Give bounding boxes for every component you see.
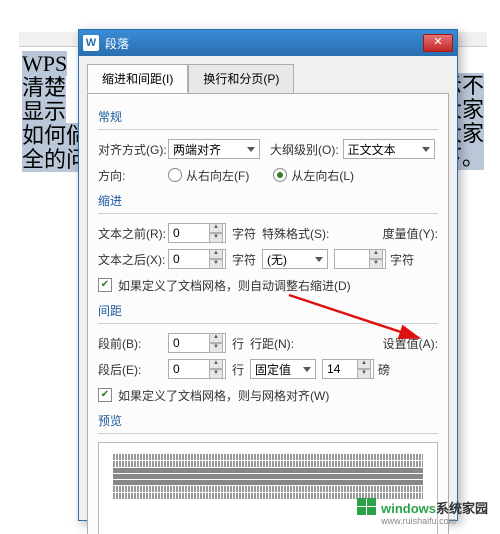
direction-label: 方向: <box>98 167 168 184</box>
divider <box>98 213 438 214</box>
indent-after-spinner[interactable]: 0▲▼ <box>168 249 226 269</box>
titlebar[interactable]: W 段落 ✕ <box>79 30 457 56</box>
auto-adjust-checkbox[interactable] <box>98 278 112 292</box>
linespace-select[interactable]: 固定值 <box>250 359 316 379</box>
tab-indent-spacing[interactable]: 缩进和间距(I) <box>87 64 188 93</box>
char-unit: 字符 <box>232 251 256 268</box>
close-button[interactable]: ✕ <box>423 34 453 52</box>
space-before-spinner[interactable]: 0▲▼ <box>168 333 226 353</box>
snap-grid-label: 如果定义了文档网格，则与网格对齐(W) <box>118 387 329 404</box>
section-spacing: 间距 <box>98 302 438 319</box>
divider <box>98 433 438 434</box>
chevron-down-icon <box>422 147 430 152</box>
rtl-radio[interactable] <box>168 168 182 182</box>
divider <box>98 323 438 324</box>
tab-bar: 缩进和间距(I) 换行和分页(P) <box>87 64 449 93</box>
section-general: 常规 <box>98 108 438 125</box>
paragraph-dialog: W 段落 ✕ 缩进和间距(I) 换行和分页(P) 常规 对齐方式(G): 两端对… <box>78 29 458 521</box>
section-indent: 缩进 <box>98 192 438 209</box>
row-unit: 行 <box>232 361 244 378</box>
special-label: 特殊格式(S): <box>262 225 329 242</box>
metric-label: 度量值(Y): <box>383 225 438 242</box>
rtl-label: 从右向左(F) <box>186 167 249 184</box>
linespace-label: 行距(N): <box>250 335 294 352</box>
outline-level-select[interactable]: 正文文本 <box>343 139 435 159</box>
auto-adjust-label: 如果定义了文档网格，则自动调整右缩进(D) <box>118 277 351 294</box>
chevron-down-icon <box>303 367 311 372</box>
ltr-radio[interactable] <box>273 168 287 182</box>
outline-label: 大纲级别(O): <box>270 141 339 158</box>
chevron-down-icon <box>315 257 323 262</box>
row-unit: 行 <box>232 335 244 352</box>
char-unit: 字符 <box>390 251 414 268</box>
watermark: windows系统家园 www.ruishaifu.com <box>355 496 488 526</box>
metric-spinner[interactable]: ▲▼ <box>334 249 386 269</box>
dialog-title: 段落 <box>105 35 423 52</box>
snap-grid-checkbox[interactable] <box>98 388 112 402</box>
tab-content: 常规 对齐方式(G): 两端对齐 大纲级别(O): 正文文本 方向: 从右向左(… <box>87 93 449 534</box>
space-after-label: 段后(E): <box>98 361 168 378</box>
section-preview: 预览 <box>98 412 438 429</box>
pt-unit: 磅 <box>378 361 390 378</box>
special-format-select[interactable]: (无) <box>262 249 328 269</box>
indent-before-spinner[interactable]: 0▲▼ <box>168 223 226 243</box>
char-unit: 字符 <box>232 225 256 242</box>
space-before-label: 段前(B): <box>98 335 168 352</box>
indent-before-label: 文本之前(R): <box>98 225 168 242</box>
divider <box>98 129 438 130</box>
setvalue-label: 设置值(A): <box>383 335 438 352</box>
alignment-label: 对齐方式(G): <box>98 141 168 158</box>
setvalue-spinner[interactable]: 14▲▼ <box>322 359 374 379</box>
tab-line-page-breaks[interactable]: 换行和分页(P) <box>188 64 294 93</box>
indent-after-label: 文本之后(X): <box>98 251 168 268</box>
ltr-label: 从左向右(L) <box>291 167 354 184</box>
chevron-down-icon <box>247 147 255 152</box>
windows-icon <box>355 496 379 518</box>
space-after-spinner[interactable]: 0▲▼ <box>168 359 226 379</box>
alignment-select[interactable]: 两端对齐 <box>168 139 260 159</box>
app-icon: W <box>83 35 99 51</box>
